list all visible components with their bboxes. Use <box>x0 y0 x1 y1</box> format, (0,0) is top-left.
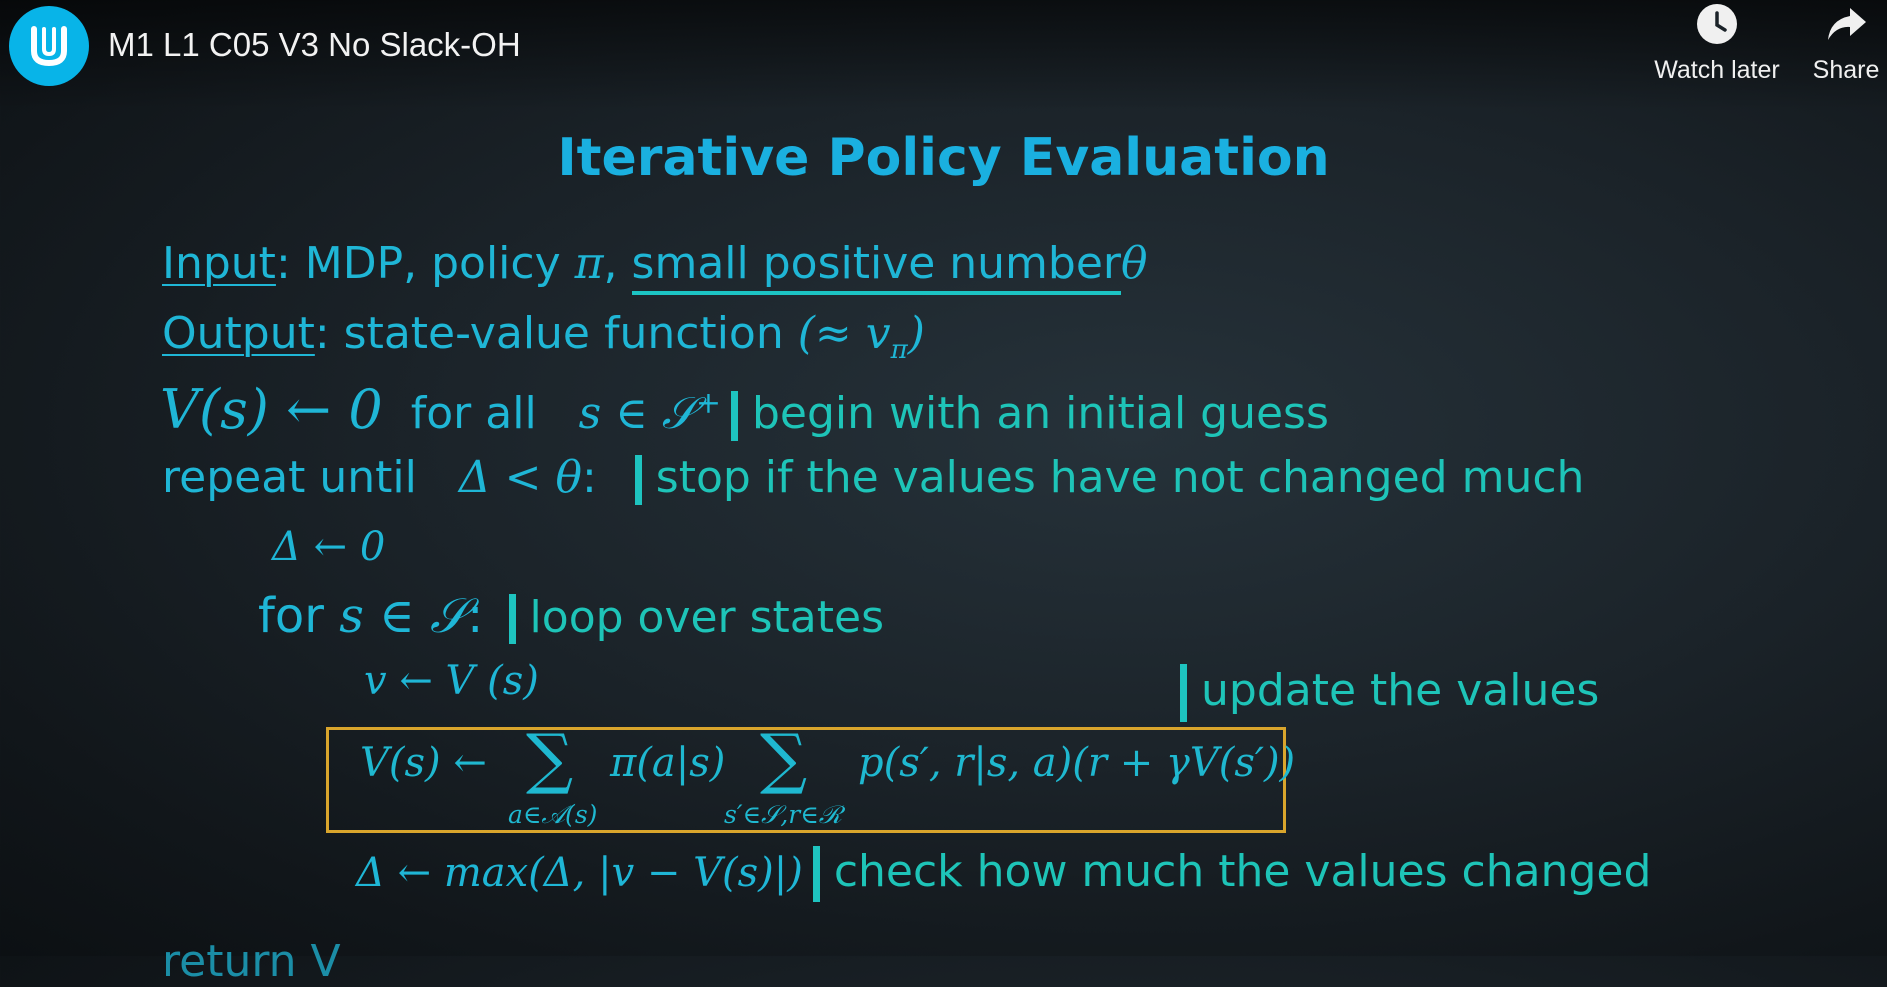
output-text: : state-value function <box>314 308 798 359</box>
video-title[interactable]: M1 L1 C05 V3 No Slack-OH <box>108 26 521 64</box>
slide-title: Iterative Policy Evaluation <box>557 128 1330 188</box>
input-line: Input: MDP, policy π, small positive num… <box>162 238 1148 295</box>
share-arrow-icon <box>1828 8 1866 40</box>
bellman-sub1: a∈𝒜(s) <box>508 800 598 829</box>
comment-bar <box>730 391 738 441</box>
output-line: Output: state-value function (≈ vπ) <box>162 308 925 365</box>
bellman-rhs: p(s′, r|s, a)(r + γV(s′)) <box>858 740 1296 786</box>
repeat-text: repeat until <box>162 452 417 503</box>
repeat-line: repeat until Δ < θ: stop if the values h… <box>162 452 1584 505</box>
init-for-all: for all <box>410 388 537 439</box>
comment-bar <box>1180 664 1187 722</box>
input-label: Input <box>162 238 276 289</box>
output-label: Output <box>162 308 315 359</box>
init-sup: + <box>695 385 721 421</box>
for-math: s ∈ 𝒮 <box>339 588 468 644</box>
bellman-sum1: ∑ <box>526 720 574 797</box>
for-colon: : <box>467 588 484 644</box>
for-line: for s ∈ 𝒮: loop over states <box>258 588 884 645</box>
init-set: s ∈ 𝒮 <box>578 388 696 439</box>
watch-later-button[interactable]: Watch later <box>1644 2 1790 85</box>
repeat-math: Δ < θ <box>458 452 582 503</box>
video-header: M1 L1 C05 V3 No Slack-OH Watch later Sha… <box>0 0 1887 110</box>
delta-comment: check how much the values changed <box>833 846 1652 897</box>
delta-update: Δ ← max(Δ, |v − V(s)|) <box>356 850 803 896</box>
init-comment: begin with an initial guess <box>751 388 1329 439</box>
comment-bar <box>508 594 516 644</box>
bellman-lhs: V(s) ← <box>360 740 487 786</box>
update-line: update the values <box>1180 664 1599 722</box>
output-close: ) <box>907 308 925 359</box>
bellman-sub2: s′∈𝒮,r∈ℛ <box>724 800 843 829</box>
input-pi: π <box>574 238 604 289</box>
repeat-colon: : <box>581 452 597 503</box>
for-text: for <box>258 588 324 644</box>
init-math: V(s) ← 0 <box>160 378 383 441</box>
bellman-pi: π(a|s) <box>610 740 726 786</box>
repeat-comment: stop if the values have not changed much <box>655 452 1585 503</box>
input-small-number: small positive number <box>631 238 1122 295</box>
input-text: : MDP, policy <box>275 238 575 289</box>
update-comment: update the values <box>1201 665 1600 716</box>
input-theta: θ <box>1121 238 1148 289</box>
init-line: V(s) ← 0 for all s ∈ 𝒮+ begin with an ini… <box>160 378 1329 441</box>
udacity-logo-icon[interactable] <box>9 6 89 86</box>
delta-init: Δ ← 0 <box>272 524 386 570</box>
for-comment: loop over states <box>529 592 885 643</box>
return-line-partial: return V <box>162 936 341 987</box>
share-label: Share <box>1812 56 1880 84</box>
bellman-sum2: ∑ <box>760 720 808 797</box>
watch-later-label: Watch later <box>1654 56 1780 84</box>
comment-bar <box>634 455 642 505</box>
delta-update-line: Δ ← max(Δ, |v − V(s)|) check how much the… <box>356 846 1651 902</box>
output-sub: π <box>890 334 908 365</box>
share-button[interactable]: Share <box>1804 2 1887 85</box>
v-assign: v ← V (s) <box>364 658 539 704</box>
input-sep: , <box>603 238 632 289</box>
comment-bar <box>812 846 820 902</box>
clock-icon <box>1697 4 1737 44</box>
output-math: (≈ v <box>797 308 891 359</box>
